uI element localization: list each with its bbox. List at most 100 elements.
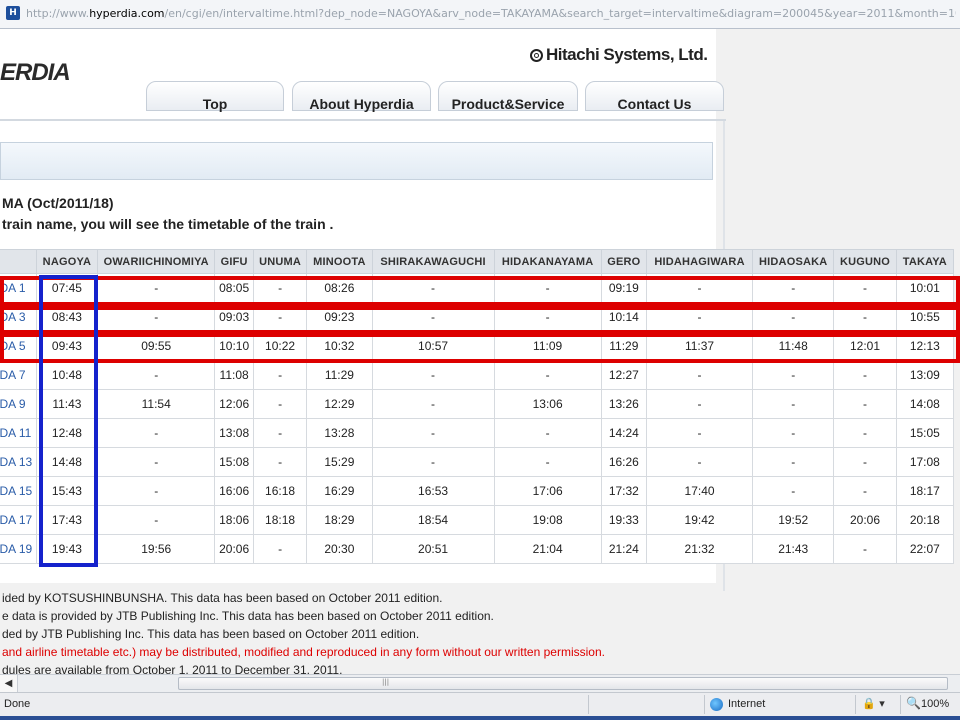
table-row: DA 5 09:43 09:55 10:10 10:22 10:32 10:57 11:09 1… [0, 331, 955, 361]
time-cell: - [833, 418, 897, 448]
time-cell: 16:26 [601, 447, 647, 477]
time-cell: - [97, 302, 216, 332]
time-cell: 09:43 [36, 331, 99, 361]
table-row: DA 9 11:43 11:54 12:06-12:29-13:06 13:26- - -1… [0, 389, 955, 419]
time-cell: 16:29 [306, 476, 373, 506]
train-name-link[interactable]: DA 19 [0, 534, 37, 564]
table-row: DA 15 15:43-16:06 16:18 16:29 16:53 17:06 17:3… [0, 476, 955, 506]
time-cell: 15:29 [306, 447, 373, 477]
status-text: Done [4, 698, 31, 710]
time-cell: - [494, 418, 602, 448]
time-cell: 13:08 [214, 418, 254, 448]
column-header-station: NAGOYA [35, 249, 99, 274]
time-cell: 11:43 [36, 389, 99, 419]
hitachi-logo: Hitachi Systems, Ltd. [530, 45, 708, 65]
time-cell: - [372, 389, 495, 419]
time-cell: - [752, 447, 835, 477]
train-name-link[interactable]: DA 9 [0, 389, 37, 419]
column-header-station: MINOOTA [306, 249, 373, 274]
time-cell: 19:08 [494, 505, 602, 535]
time-cell: 20:18 [896, 505, 955, 535]
time-cell: - [97, 476, 216, 506]
tab-top[interactable]: Top [146, 81, 284, 112]
column-header-station: OWARIICHINOMIYA [97, 249, 216, 274]
protected-mode-icon[interactable]: 🔒 ▾ [862, 697, 885, 710]
address-bar[interactable]: H http://www.hyperdia.com/en/cgi/en/inte… [0, 0, 960, 29]
table-row: DA 7 10:48-11:08-11:29- -12:27- - -13:09 [0, 360, 955, 390]
taskbar-edge [0, 716, 960, 720]
time-cell: - [372, 273, 495, 303]
time-cell: 15:05 [896, 418, 955, 448]
scrollbar-thumb[interactable] [178, 677, 948, 690]
time-cell: 17:43 [36, 505, 99, 535]
time-cell: 20:30 [306, 534, 373, 564]
time-cell: 20:06 [833, 505, 897, 535]
time-cell: 21:43 [752, 534, 835, 564]
table-row: DA 11 12:48-13:08-13:28- -14:24- - -15:05 [0, 418, 955, 448]
train-name-link[interactable]: DA 17 [0, 505, 37, 535]
note-line-3: ded by JTB Publishing Inc. This data has… [2, 627, 420, 641]
horizontal-scrollbar[interactable]: ◀ ||| [0, 674, 960, 692]
time-cell: 10:32 [306, 331, 373, 361]
time-cell: 16:18 [253, 476, 308, 506]
time-cell: 16:06 [214, 476, 254, 506]
time-cell: 10:10 [214, 331, 254, 361]
time-cell: 11:09 [494, 331, 602, 361]
timetable-header-row: NAGOYA OWARIICHINOMIYA GIFU UNUMA MINOOTA SHI… [0, 249, 955, 274]
column-header-station: HIDAKANAYAMA [493, 249, 602, 274]
hitachi-mark-icon [530, 49, 543, 62]
time-cell: 07:45 [36, 273, 99, 303]
scroll-left-arrow-icon[interactable]: ◀ [0, 675, 18, 692]
train-name-link[interactable]: DA 7 [0, 360, 37, 390]
time-cell: - [253, 389, 308, 419]
tab-contact-us[interactable]: Contact Us [585, 81, 724, 112]
time-cell: 15:43 [36, 476, 99, 506]
zoom-level[interactable]: 100% [921, 698, 949, 710]
url-field[interactable]: http://www.hyperdia.com/en/cgi/en/interv… [26, 7, 956, 23]
time-cell: - [372, 302, 495, 332]
train-name-link[interactable]: DA 11 [0, 418, 37, 448]
zoom-icon[interactable]: 🔍 [906, 696, 921, 710]
time-cell: - [752, 418, 835, 448]
tab-about-hyperdia[interactable]: About Hyperdia [292, 81, 431, 112]
time-cell: - [253, 418, 308, 448]
time-cell: 08:43 [36, 302, 99, 332]
tab-product-service[interactable]: Product&Service [438, 81, 578, 112]
scrollbar-grip-icon: ||| [382, 678, 390, 686]
column-header-station: UNUMA [252, 249, 308, 274]
time-cell: 09:23 [306, 302, 373, 332]
train-name-link[interactable]: DA 13 [0, 447, 37, 477]
train-name-link[interactable]: DA 5 [0, 331, 37, 361]
table-row: DA 1 07:45-08:05-08:26- -09:19- - -10:01 [0, 273, 955, 303]
time-cell: 10:14 [601, 302, 647, 332]
train-name-link[interactable]: DA 3 [0, 302, 37, 332]
time-cell: 17:06 [494, 476, 602, 506]
time-cell: - [646, 389, 754, 419]
time-cell: 12:48 [36, 418, 99, 448]
time-cell: 18:06 [214, 505, 254, 535]
time-cell: - [97, 418, 216, 448]
time-cell: 13:26 [601, 389, 647, 419]
time-cell: 11:48 [752, 331, 835, 361]
train-name-link[interactable]: DA 1 [0, 273, 37, 303]
time-cell: 21:04 [494, 534, 602, 564]
time-cell: 10:57 [372, 331, 495, 361]
column-header-station: KUGUNO [833, 249, 897, 274]
time-cell: 11:29 [306, 360, 373, 390]
company-name: Hitachi Systems, Ltd. [546, 45, 708, 64]
time-cell: 16:53 [372, 476, 495, 506]
time-cell: 11:29 [601, 331, 647, 361]
time-cell: 17:08 [896, 447, 955, 477]
time-cell: 18:29 [306, 505, 373, 535]
time-cell: 12:13 [896, 331, 955, 361]
security-zone[interactable]: Internet [728, 698, 765, 710]
time-cell: - [646, 273, 754, 303]
time-cell: - [752, 476, 835, 506]
table-row: DA 19 19:43 19:56 20:06-20:30 20:51 21:04 21:2… [0, 534, 955, 564]
time-cell: - [372, 447, 495, 477]
time-cell: - [833, 534, 897, 564]
column-header-station: GIFU [214, 249, 254, 274]
train-name-link[interactable]: DA 15 [0, 476, 37, 506]
hyperdia-logo[interactable]: ERDIA [0, 59, 71, 87]
table-row: DA 17 17:43-18:06 18:18 18:29 18:54 19:08 19:3… [0, 505, 955, 535]
